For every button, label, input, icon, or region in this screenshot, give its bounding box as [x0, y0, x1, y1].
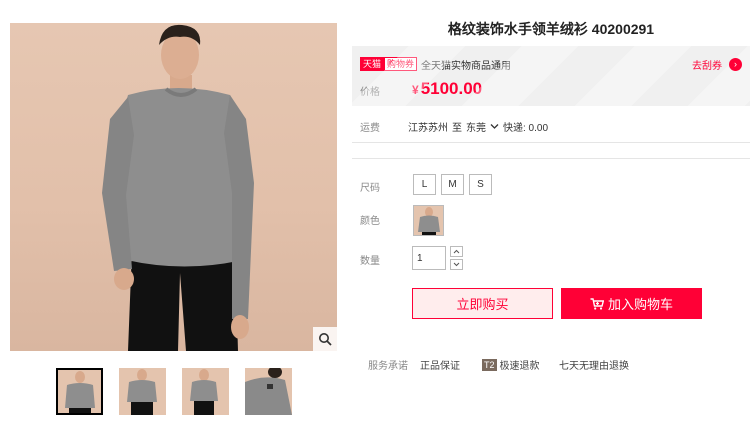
color-option-grey[interactable]: [413, 205, 444, 236]
add-to-cart-label: 加入购物车: [607, 297, 673, 312]
price-panel: 天猫 购物券 全天猫实物商品通用 去刮券 › 价格 ¥5100.00: [352, 46, 750, 106]
destination-select[interactable]: 东莞: [466, 119, 499, 134]
size-option-l[interactable]: L: [413, 174, 436, 195]
chevron-up-icon: [453, 249, 460, 254]
quantity-input[interactable]: [412, 246, 446, 270]
shipping-fee: 快递: 0.00: [503, 123, 549, 134]
get-coupon-link[interactable]: 去刮券 ›: [692, 57, 742, 72]
zoom-button[interactable]: [313, 327, 337, 351]
main-product-image[interactable]: [10, 23, 337, 351]
shipping-info: 江苏苏州 至 东莞 快递: 0.00: [408, 119, 552, 134]
thumbnail-2[interactable]: [119, 368, 166, 415]
thumbnail-image: [127, 369, 157, 415]
thumbnail-image: [190, 369, 218, 415]
price-value: ¥5100.00: [412, 79, 482, 99]
color-swatch-image: [418, 207, 440, 235]
chevron-right-icon: ›: [729, 58, 742, 71]
chevron-down-icon: [453, 262, 460, 267]
shipping-label: 运费: [360, 123, 380, 134]
quantity-increase-button[interactable]: [450, 246, 463, 257]
currency-symbol: ¥: [412, 83, 419, 97]
chevron-down-icon: [490, 124, 499, 129]
service-label: 服务承诺: [368, 361, 408, 372]
size-option-m[interactable]: M: [441, 174, 464, 195]
price-label: 价格: [360, 87, 380, 98]
cart-icon: [590, 297, 604, 310]
quantity-label: 数量: [360, 256, 380, 267]
thumbnail-image: [245, 368, 292, 415]
thumbnail-4[interactable]: [245, 368, 292, 415]
magnifier-icon: [319, 333, 332, 346]
divider: [352, 158, 750, 159]
size-option-s[interactable]: S: [469, 174, 492, 195]
buy-now-button[interactable]: 立即购买: [412, 288, 553, 319]
thumbnail-strip: [56, 368, 292, 415]
fast-refund-label: 极速退款: [499, 361, 540, 372]
color-label: 颜色: [360, 216, 380, 227]
service-seven-day-return[interactable]: 七天无理由退换: [559, 357, 629, 372]
divider: [352, 142, 750, 143]
fast-refund-badge: T2: [482, 358, 497, 371]
ship-from: 江苏苏州: [408, 123, 448, 134]
destination-value: 东莞: [466, 123, 486, 134]
size-label: 尺码: [360, 183, 380, 194]
quantity-decrease-button[interactable]: [450, 259, 463, 270]
thumbnail-image: [65, 371, 95, 415]
coupon-description: 全天猫实物商品通用: [421, 60, 512, 72]
model-illustration: [102, 24, 254, 351]
get-coupon-label: 去刮券: [692, 61, 722, 72]
coupon-row: 天猫 购物券 全天猫实物商品通用: [360, 57, 512, 72]
size-options: L M S: [413, 174, 492, 195]
add-to-cart-button[interactable]: 加入购物车: [561, 288, 702, 319]
thumbnail-3[interactable]: [182, 368, 229, 415]
service-genuine[interactable]: 正品保证: [420, 357, 460, 372]
price-amount: 5100.00: [420, 79, 483, 98]
service-fast-refund[interactable]: T2 极速退款: [482, 357, 540, 372]
coupon-tag: 购物券: [384, 57, 418, 71]
thumbnail-1[interactable]: [56, 368, 103, 415]
tmall-tag: 天猫: [360, 57, 385, 71]
ship-to-word: 至: [452, 123, 462, 134]
product-title: 格纹装饰水手领羊绒衫 40200291: [447, 21, 655, 37]
